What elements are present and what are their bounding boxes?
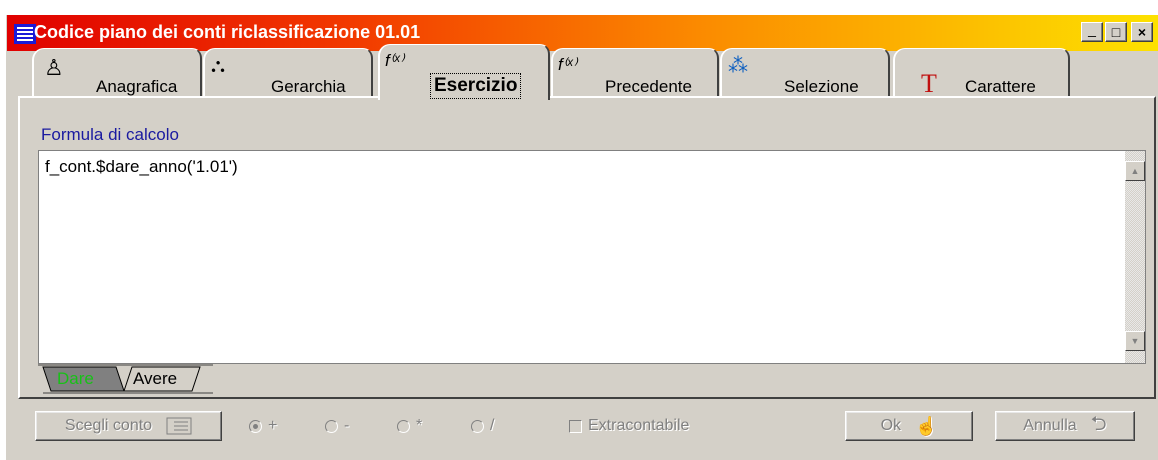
cancel-label: Annulla [1023,417,1077,434]
radio-plus-label: + [268,417,278,434]
ok-button[interactable]: Ok ☝ [845,411,973,441]
font-icon: T [921,69,937,98]
close-icon: × [1137,24,1147,40]
arrow-up-icon: ▲ [1130,166,1140,176]
formula-text: f_cont.$dare_anno('1.01') [45,157,238,176]
tab-label: Anagrafica [96,77,178,96]
hierarchy-icon: ⛬ [211,55,225,77]
tab-label: Precedente [605,77,692,96]
window-title: Codice piano dei conti riclassificazione… [34,22,421,42]
tab-esercizio[interactable]: f⁽ˣ⁾ Esercizio [378,44,550,100]
radio-divide[interactable]: / [471,411,494,441]
tab-gerarchia[interactable]: ⛬ Gerarchia [203,48,373,98]
radio-divide-label: / [490,417,495,434]
tab-label: Gerarchia [271,77,346,96]
thumbs-up-icon: ☝ [915,415,938,436]
radio-multiply[interactable]: * [397,411,422,441]
scroll-up-button[interactable]: ▲ [1125,161,1145,181]
extracontabile-checkbox[interactable]: Extracontabile [569,411,689,441]
tab-selezione[interactable]: ⁂ Selezione [720,48,890,98]
vertical-scrollbar[interactable]: ▲ ▼ [1125,151,1145,363]
radio-circle [325,419,338,433]
maximize-button[interactable]: □ [1105,22,1127,42]
minimize-button[interactable]: _ [1081,22,1103,42]
tab-anagrafica[interactable]: ♙ Anagrafica [32,48,202,98]
app-icon [14,24,36,44]
tab-label: Carattere [965,77,1036,96]
scroll-down-button[interactable]: ▼ [1125,331,1145,351]
radio-circle [397,419,410,433]
radio-circle [249,419,262,433]
list-icon [166,417,192,435]
person-stamp-icon: ♙ [44,55,64,80]
cancel-button[interactable]: Annulla ⮌ [995,411,1135,441]
radio-minus-label: - [344,417,350,434]
function-icon: f⁽ˣ⁾ [558,55,577,74]
tab-precedente[interactable]: f⁽ˣ⁾ Precedente [551,48,719,98]
arrow-down-icon: ▼ [1130,336,1140,346]
choose-account-label: Scegli conto [64,417,153,434]
selection-icon: ⁂ [728,55,748,77]
radio-minus[interactable]: - [325,411,349,441]
radio-multiply-label: * [416,417,423,434]
checkbox-box [569,419,582,433]
subtab-avere[interactable]: Avere [133,369,177,389]
ok-label: Ok [880,417,902,434]
close-button[interactable]: × [1131,22,1153,42]
minimize-icon: _ [1088,21,1096,37]
title-bar[interactable]: Codice piano dei conti riclassificazione… [7,15,1158,51]
formula-textarea[interactable]: f_cont.$dare_anno('1.01') ▲ ▼ [38,150,1146,364]
choose-account-button[interactable]: Scegli conto [35,411,222,441]
subtab-dare[interactable]: Dare [57,369,94,389]
tab-carattere[interactable]: T Carattere [893,48,1070,98]
radio-circle [471,419,484,433]
function-icon: f⁽ˣ⁾ [385,51,404,70]
radio-plus[interactable]: + [249,411,277,441]
return-arrow-icon: ⮌ [1090,413,1107,435]
extracontabile-label: Extracontabile [588,417,690,434]
tab-label: Esercizio [429,73,522,99]
tab-label: Selezione [784,77,859,96]
formula-label: Formula di calcolo [41,125,179,144]
maximize-icon: □ [1111,24,1121,40]
